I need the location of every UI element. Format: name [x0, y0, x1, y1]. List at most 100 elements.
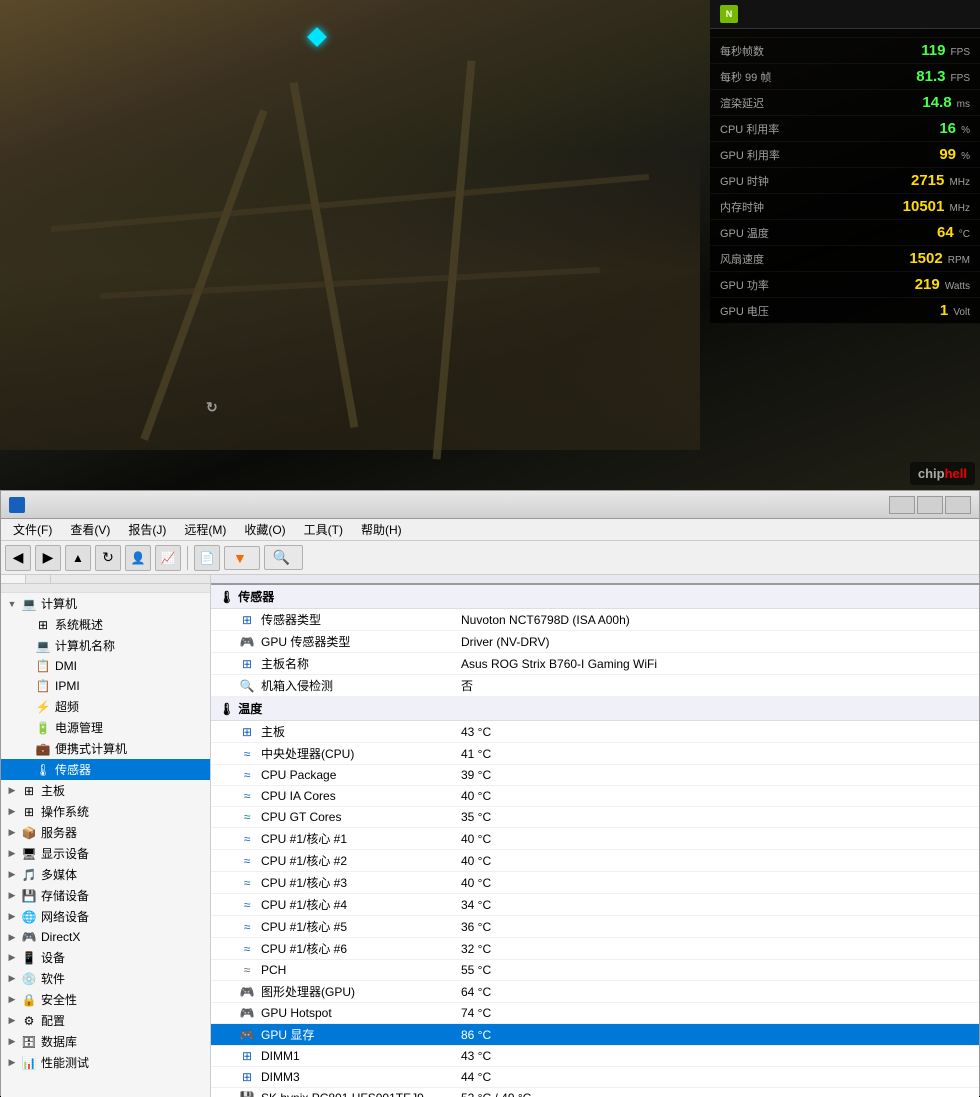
tree-label-7: 便携式计算机 [55, 740, 127, 757]
tree-icon-6: 🔋 [35, 720, 51, 736]
nvidia-stat-row-2: 渲染延迟 14.8 ms [710, 90, 980, 116]
back-button[interactable]: ◀ [5, 545, 31, 571]
data-row-0-0[interactable]: ⊞ 传感器类型 Nuvoton NCT6798D (ISA A00h) [211, 609, 979, 631]
row-icon-1-7: ≈ [239, 875, 255, 891]
data-row-1-9[interactable]: ≈ CPU #1/核心 #5 36 °C [211, 916, 979, 938]
tree-item-20[interactable]: ▶ ⚙ 配置 [1, 1010, 210, 1031]
sidebar-tab-menu[interactable] [1, 575, 26, 583]
nvidia-stat-row-9: GPU 功率 219 Watts [710, 272, 980, 298]
row-name-1-14: GPU 显存 [261, 1026, 461, 1043]
forward-button[interactable]: ▶ [35, 545, 61, 571]
tree-item-11[interactable]: ▶ 📦 服务器 [1, 822, 210, 843]
row-name-1-16: DIMM3 [261, 1070, 461, 1084]
row-value-0-3: 否 [461, 677, 971, 694]
tree-item-9[interactable]: ▶ ⊞ 主板 [1, 780, 210, 801]
row-value-1-9: 36 °C [461, 920, 971, 934]
data-row-1-0[interactable]: ⊞ 主板 43 °C [211, 721, 979, 743]
data-row-1-7[interactable]: ≈ CPU #1/核心 #3 40 °C [211, 872, 979, 894]
data-row-1-11[interactable]: ≈ PCH 55 °C [211, 960, 979, 981]
tree-item-6[interactable]: 🔋 电源管理 [1, 717, 210, 738]
data-row-1-6[interactable]: ≈ CPU #1/核心 #2 40 °C [211, 850, 979, 872]
menu-item-3[interactable]: 远程(M) [176, 519, 234, 540]
tree-label-8: 传感器 [55, 761, 91, 778]
menu-item-4[interactable]: 收藏(O) [236, 519, 293, 540]
bios-update-button[interactable]: ▼ [224, 546, 260, 570]
tree-expand-19: ▶ [5, 994, 19, 1005]
menu-item-1[interactable]: 查看(V) [62, 519, 118, 540]
tree-icon-4: 📋 [35, 678, 51, 694]
tree-item-8[interactable]: 🌡 传感器 [1, 759, 210, 780]
tree-item-10[interactable]: ▶ ⊞ 操作系统 [1, 801, 210, 822]
tree-item-14[interactable]: ▶ 💾 存储设备 [1, 885, 210, 906]
tree-item-5[interactable]: ⚡ 超频 [1, 696, 210, 717]
user-button[interactable]: 👤 [125, 545, 151, 571]
tree-label-6: 电源管理 [55, 719, 103, 736]
tree-item-2[interactable]: 💻 计算机名称 [1, 635, 210, 656]
data-row-1-1[interactable]: ≈ 中央处理器(CPU) 41 °C [211, 743, 979, 765]
driver-update-button[interactable]: 🔍 [264, 545, 303, 570]
row-value-1-4: 35 °C [461, 810, 971, 824]
section-title-0: 传感器 [238, 588, 274, 605]
tree-item-12[interactable]: ▶ 🖥 显示设备 [1, 843, 210, 864]
tree-item-13[interactable]: ▶ 🎵 多媒体 [1, 864, 210, 885]
data-row-1-5[interactable]: ≈ CPU #1/核心 #1 40 °C [211, 828, 979, 850]
menu-item-5[interactable]: 工具(T) [296, 519, 351, 540]
tree-icon-22: 📊 [21, 1055, 37, 1071]
row-icon-0-3: 🔍 [239, 678, 255, 694]
row-name-1-8: CPU #1/核心 #4 [261, 896, 461, 913]
data-row-1-3[interactable]: ≈ CPU IA Cores 40 °C [211, 786, 979, 807]
tree-label-11: 服务器 [41, 824, 77, 841]
tree-item-22[interactable]: ▶ 📊 性能测试 [1, 1052, 210, 1073]
tree-label-12: 显示设备 [41, 845, 89, 862]
nvidia-logo: N [720, 5, 738, 23]
menu-item-6[interactable]: 帮助(H) [353, 519, 410, 540]
tree-item-15[interactable]: ▶ 🌐 网络设备 [1, 906, 210, 927]
tree-label-0: 计算机 [41, 595, 77, 612]
data-row-1-13[interactable]: 🎮 GPU Hotspot 74 °C [211, 1003, 979, 1024]
data-row-1-14[interactable]: 🎮 GPU 显存 86 °C [211, 1024, 979, 1046]
nvidia-gpu-row [710, 29, 980, 38]
tree-item-3[interactable]: 📋 DMI [1, 656, 210, 676]
up-button[interactable]: ▲ [65, 545, 91, 571]
tree-item-7[interactable]: 💼 便携式计算机 [1, 738, 210, 759]
sidebar-tab-favorites[interactable] [26, 575, 51, 583]
data-row-0-2[interactable]: ⊞ 主板名称 Asus ROG Strix B760-I Gaming WiFi [211, 653, 979, 675]
data-row-1-10[interactable]: ≈ CPU #1/核心 #6 32 °C [211, 938, 979, 960]
data-row-0-1[interactable]: 🎮 GPU 传感器类型 Driver (NV-DRV) [211, 631, 979, 653]
tree-item-18[interactable]: ▶ 💿 软件 [1, 968, 210, 989]
cyan-diamond-marker [307, 27, 327, 47]
report-button[interactable]: 📄 [194, 545, 220, 571]
row-icon-1-6: ≈ [239, 853, 255, 869]
title-buttons [889, 496, 971, 514]
tree-label-13: 多媒体 [41, 866, 77, 883]
minimize-button[interactable] [889, 496, 915, 514]
row-icon-1-8: ≈ [239, 897, 255, 913]
tree-expand-17: ▶ [5, 952, 19, 963]
tree-expand-21: ▶ [5, 1036, 19, 1047]
row-value-1-12: 64 °C [461, 985, 971, 999]
close-button[interactable] [945, 496, 971, 514]
maximize-button[interactable] [917, 496, 943, 514]
data-row-1-8[interactable]: ≈ CPU #1/核心 #4 34 °C [211, 894, 979, 916]
row-icon-1-3: ≈ [239, 788, 255, 804]
tree-item-1[interactable]: ⊞ 系统概述 [1, 614, 210, 635]
row-icon-0-0: ⊞ [239, 612, 255, 628]
data-row-1-2[interactable]: ≈ CPU Package 39 °C [211, 765, 979, 786]
tree-item-19[interactable]: ▶ 🔒 安全性 [1, 989, 210, 1010]
row-icon-1-10: ≈ [239, 941, 255, 957]
data-row-1-12[interactable]: 🎮 图形处理器(GPU) 64 °C [211, 981, 979, 1003]
tree-item-16[interactable]: ▶ 🎮 DirectX [1, 927, 210, 947]
menu-item-2[interactable]: 报告(J) [120, 519, 174, 540]
chart-button[interactable]: 📈 [155, 545, 181, 571]
data-row-1-15[interactable]: ⊞ DIMM1 43 °C [211, 1046, 979, 1067]
nvidia-stat-row-6: 内存时钟 10501 MHz [710, 194, 980, 220]
data-row-1-16[interactable]: ⊞ DIMM3 44 °C [211, 1067, 979, 1088]
tree-item-4[interactable]: 📋 IPMI [1, 676, 210, 696]
refresh-button[interactable]: ↻ [95, 545, 121, 571]
tree-item-17[interactable]: ▶ 📱 设备 [1, 947, 210, 968]
tree-item-21[interactable]: ▶ 🗄 数据库 [1, 1031, 210, 1052]
menu-item-0[interactable]: 文件(F) [5, 519, 60, 540]
data-row-0-3[interactable]: 🔍 机箱入侵检测 否 [211, 675, 979, 697]
tree-item-0[interactable]: ▼ 💻 计算机 [1, 593, 210, 614]
data-row-1-4[interactable]: ≈ CPU GT Cores 35 °C [211, 807, 979, 828]
